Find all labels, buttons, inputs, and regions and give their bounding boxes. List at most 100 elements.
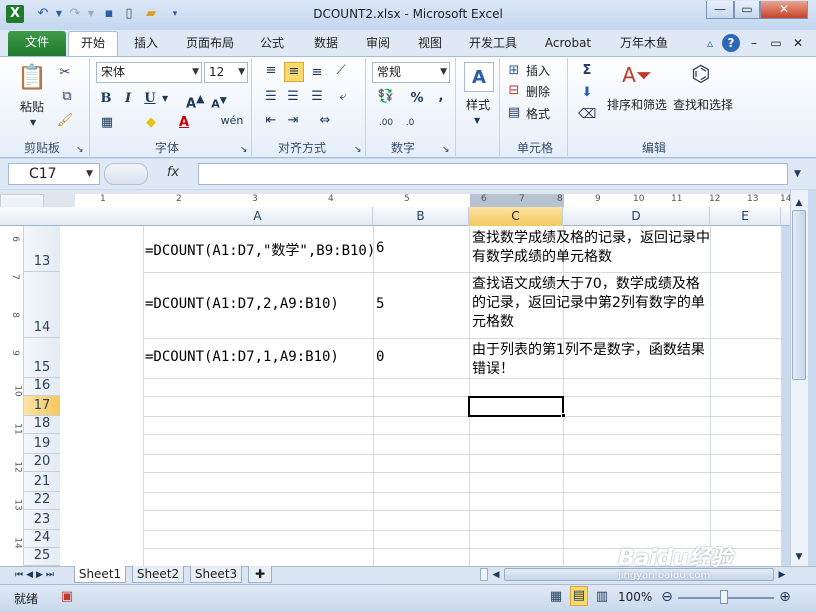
page-break-view-icon[interactable]: ▥ bbox=[594, 588, 610, 606]
tab-split-handle[interactable] bbox=[480, 568, 488, 581]
macro-record-icon[interactable]: ▣ bbox=[58, 588, 76, 606]
row-header-14[interactable]: 14 bbox=[24, 272, 60, 338]
format-label[interactable]: 格式 bbox=[526, 105, 550, 122]
align-left-icon[interactable]: ☰ bbox=[262, 88, 280, 106]
row-header-18[interactable]: 18 bbox=[24, 416, 60, 434]
cell-c13[interactable]: 查找数学成绩及格的记录，返回记录中有数学成绩的单元格数 bbox=[472, 229, 710, 267]
percent-button[interactable]: % bbox=[408, 90, 426, 108]
tab-formulas[interactable]: 公式 bbox=[250, 33, 294, 56]
cell-b13[interactable]: 6 bbox=[376, 240, 384, 256]
collapse-ribbon-icon[interactable]: ▵ bbox=[702, 33, 718, 56]
row-header-24[interactable]: 24 bbox=[24, 530, 60, 548]
wrap-text-icon[interactable]: ⤶ bbox=[332, 88, 354, 106]
fill-color-icon[interactable]: ◆ bbox=[142, 114, 160, 132]
styles-label[interactable]: 样式 bbox=[466, 96, 490, 113]
chevron-down-icon[interactable]: ▼ bbox=[192, 63, 199, 82]
scroll-left-icon[interactable]: ◀ bbox=[490, 566, 502, 584]
paste-dropdown-icon[interactable]: ▼ bbox=[30, 114, 36, 132]
styles-dropdown-icon[interactable]: ▼ bbox=[474, 112, 480, 130]
phonetic-guide-icon[interactable]: wén bbox=[220, 112, 244, 130]
row-header-19[interactable]: 19 bbox=[24, 434, 60, 454]
format-cells-icon[interactable]: ▤ bbox=[506, 104, 522, 122]
page-layout-view-icon[interactable]: ▤ bbox=[570, 586, 588, 606]
tab-view[interactable]: 视图 bbox=[408, 33, 452, 56]
cell-c14[interactable]: 查找语文成绩大于70，数学成绩及格的记录，返回记录中第2列有数字的单元格数 bbox=[472, 275, 710, 332]
binoculars-icon[interactable]: ⌬ bbox=[684, 60, 718, 90]
zoom-level[interactable]: 100% bbox=[618, 590, 652, 604]
row-header-25[interactable]: 25 bbox=[24, 548, 60, 566]
font-color-icon[interactable]: A bbox=[176, 114, 192, 132]
tab-review[interactable]: 审阅 bbox=[356, 33, 400, 56]
close-button[interactable]: ✕ bbox=[760, 1, 808, 19]
minimize-button[interactable]: — bbox=[706, 1, 734, 19]
scroll-thumb[interactable] bbox=[792, 210, 806, 380]
bold-button[interactable]: B bbox=[98, 90, 114, 108]
currency-icon[interactable]: 💱 bbox=[374, 88, 398, 106]
align-bottom-icon[interactable]: ≡ bbox=[308, 64, 326, 82]
alignment-launcher-icon[interactable]: ↘ bbox=[354, 141, 362, 159]
chevron-down-icon[interactable]: ▼ bbox=[440, 63, 447, 82]
workbook-restore-icon[interactable]: ▭ bbox=[768, 33, 784, 56]
tab-wannian-muyu[interactable]: 万年木鱼 bbox=[612, 33, 676, 56]
formula-bar-splitter[interactable] bbox=[104, 163, 148, 185]
tab-home[interactable]: 开始 bbox=[68, 31, 118, 57]
underline-button[interactable]: U bbox=[142, 90, 158, 108]
find-select-label[interactable]: 查找和选择 bbox=[673, 96, 733, 113]
row-header-15[interactable]: 15 bbox=[24, 338, 60, 378]
column-header-c[interactable]: C bbox=[469, 207, 563, 226]
format-painter-icon[interactable]: 🖌 bbox=[56, 112, 74, 130]
clear-icon[interactable]: ⌫ bbox=[578, 106, 596, 124]
font-launcher-icon[interactable]: ↘ bbox=[240, 141, 248, 159]
active-cell-c17[interactable] bbox=[468, 396, 564, 417]
sheet-tab-1[interactable]: Sheet1 bbox=[74, 566, 126, 583]
fill-handle[interactable] bbox=[561, 413, 566, 418]
chevron-down-icon[interactable]: ▼ bbox=[238, 63, 245, 82]
font-size-combo[interactable]: 12 ▼ bbox=[204, 62, 248, 83]
column-header-e[interactable]: E bbox=[710, 207, 781, 226]
insert-label[interactable]: 插入 bbox=[526, 62, 550, 79]
sheet-nav-arrows-icon[interactable]: ⏮◀▶⏭ bbox=[6, 566, 66, 584]
column-header-d[interactable]: D bbox=[563, 207, 710, 226]
insert-cells-icon[interactable]: ⊞ bbox=[506, 62, 522, 80]
column-header-a[interactable]: A bbox=[143, 207, 373, 226]
zoom-slider-thumb[interactable] bbox=[720, 590, 728, 604]
column-header-b[interactable]: B bbox=[373, 207, 469, 226]
row-header-13[interactable]: 13 bbox=[24, 226, 60, 272]
formula-input[interactable] bbox=[198, 163, 788, 185]
zoom-in-icon[interactable]: ⊕ bbox=[778, 588, 792, 606]
font-name-combo[interactable]: 宋体 ▼ bbox=[96, 62, 202, 83]
workbook-minimize-icon[interactable]: – bbox=[746, 33, 762, 56]
increase-indent-icon[interactable]: ⇥ bbox=[284, 112, 302, 130]
decrease-indent-icon[interactable]: ⇤ bbox=[262, 112, 280, 130]
clipboard-launcher-icon[interactable]: ↘ bbox=[76, 141, 84, 159]
number-launcher-icon[interactable]: ↘ bbox=[442, 141, 450, 159]
tab-file[interactable]: 文件 bbox=[8, 31, 66, 56]
workbook-close-icon[interactable]: ✕ bbox=[790, 33, 806, 56]
cell-c15[interactable]: 由于列表的第1列不是数字，函数结果错误！ bbox=[472, 341, 710, 379]
row-header-17[interactable]: 17 bbox=[24, 396, 60, 416]
sort-filter-icon[interactable]: A⏷ bbox=[620, 60, 654, 90]
sort-filter-label[interactable]: 排序和筛选 bbox=[607, 96, 667, 113]
cell-b15[interactable]: 0 bbox=[376, 349, 384, 365]
expand-formula-bar-icon[interactable]: ▼ bbox=[794, 165, 801, 183]
grow-font-icon[interactable]: A▲ bbox=[186, 90, 204, 113]
delete-cells-icon[interactable]: ⊟ bbox=[506, 82, 522, 100]
shrink-font-icon[interactable]: A▼ bbox=[210, 92, 228, 114]
tab-insert[interactable]: 插入 bbox=[124, 33, 168, 56]
sheet-tab-3[interactable]: Sheet3 bbox=[190, 566, 242, 583]
scroll-down-icon[interactable]: ▼ bbox=[792, 548, 806, 566]
help-icon[interactable]: ? bbox=[722, 34, 740, 52]
orientation-icon[interactable]: ⟋ bbox=[332, 62, 350, 80]
delete-label[interactable]: 删除 bbox=[526, 83, 550, 100]
cut-icon[interactable]: ✂ bbox=[56, 64, 74, 82]
merge-center-icon[interactable]: ⇔ bbox=[314, 112, 336, 130]
borders-icon[interactable]: ▦ bbox=[98, 114, 116, 132]
name-box-dropdown-icon[interactable]: ▼ bbox=[86, 165, 93, 183]
paste-icon[interactable]: 📋 bbox=[14, 62, 50, 94]
tab-page-layout[interactable]: 页面布局 bbox=[178, 33, 242, 56]
row-header-22[interactable]: 22 bbox=[24, 492, 60, 510]
insert-function-button[interactable]: fx bbox=[150, 163, 196, 185]
row-header-16[interactable]: 16 bbox=[24, 378, 60, 396]
cell-a14[interactable]: =DCOUNT(A1:D7,2,A9:B10) bbox=[145, 296, 339, 312]
row-header-20[interactable]: 20 bbox=[24, 454, 60, 472]
